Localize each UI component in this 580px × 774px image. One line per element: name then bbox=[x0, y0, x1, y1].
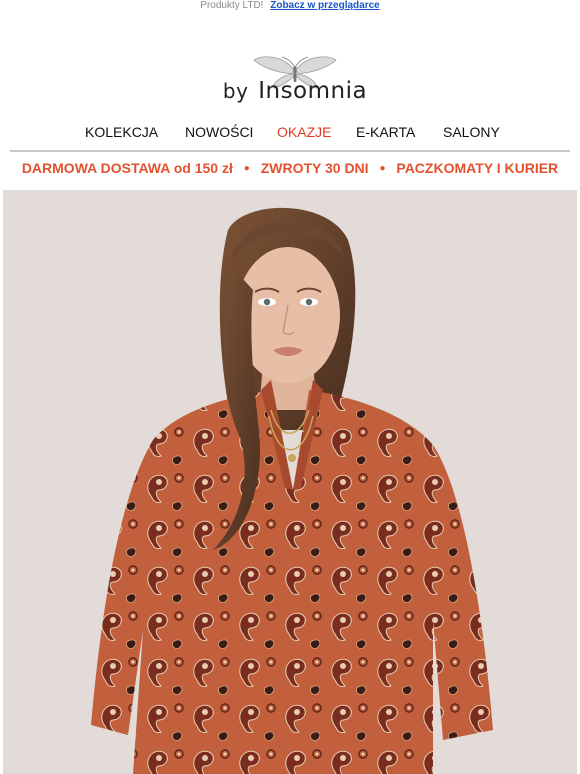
nav-item-e-karta[interactable]: E-KARTA bbox=[356, 124, 415, 140]
logo-by: by bbox=[222, 79, 249, 103]
promo-free-delivery: DARMOWA DOSTAWA od 150 zł bbox=[21, 160, 233, 176]
nav-item-kolekcja[interactable]: KOLEKCJA bbox=[85, 124, 158, 140]
preheader-text: Produkty LTD! bbox=[200, 0, 264, 11]
hero-image[interactable] bbox=[3, 190, 577, 774]
hero-model-illustration bbox=[3, 190, 577, 774]
promo-separator: ● bbox=[243, 163, 250, 174]
brand-logo[interactable]: by Insomnia bbox=[220, 52, 370, 110]
main-nav: KOLEKCJA NOWOŚCI OKAZJE E-KARTA SALONY bbox=[0, 124, 580, 144]
nav-item-salony[interactable]: SALONY bbox=[443, 124, 500, 140]
nav-divider bbox=[10, 150, 570, 152]
logo-name: Insomnia bbox=[258, 78, 368, 104]
nav-item-okazje[interactable]: OKAZJE bbox=[277, 124, 331, 140]
nav-item-nowosci[interactable]: NOWOŚCI bbox=[185, 124, 253, 140]
promo-returns: ZWROTY 30 DNI bbox=[260, 160, 369, 176]
promo-separator: ● bbox=[379, 163, 386, 174]
logo-wordmark: by Insomnia bbox=[220, 78, 370, 104]
promo-delivery-options: PACZKOMATY I KURIER bbox=[396, 160, 559, 176]
view-in-browser-link[interactable]: Zobacz w przeglądarce bbox=[270, 0, 379, 11]
promo-bar[interactable]: DARMOWA DOSTAWA od 150 zł ● ZWROTY 30 DN… bbox=[0, 160, 580, 178]
preheader: Produkty LTD! Zobacz w przeglądarce bbox=[0, 0, 580, 12]
